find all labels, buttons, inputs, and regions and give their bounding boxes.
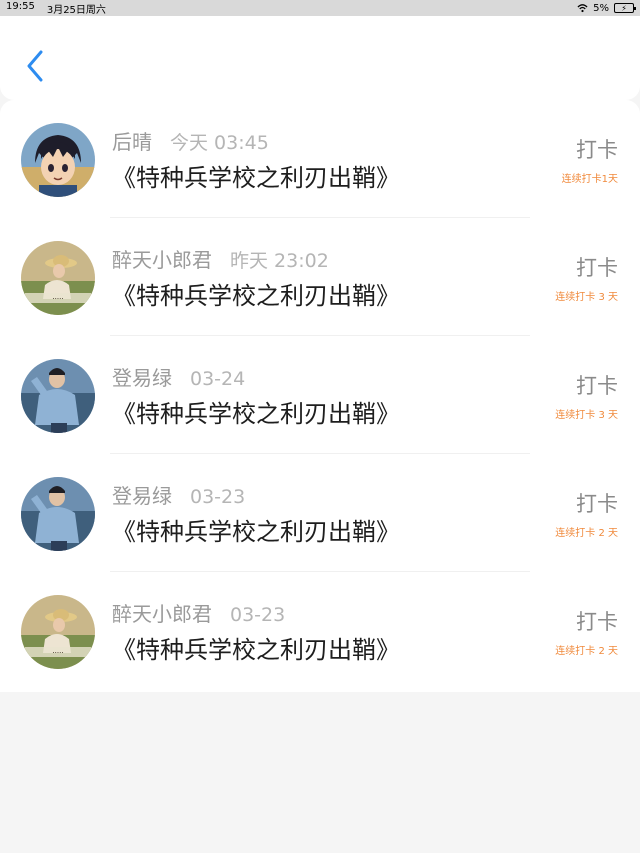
back-button[interactable] [20,46,50,86]
avatar[interactable] [21,477,95,551]
girl-hat-avatar: ····· [21,241,95,315]
post-time: 昨天 23:02 [230,250,329,272]
book-title[interactable]: 《特种兵学校之利刃出鞘》 [112,394,400,429]
avatar[interactable]: ····· [21,595,95,669]
svg-text:·····: ····· [52,295,63,303]
anime-boy-avatar [21,123,95,197]
girl-hat-avatar: ····· [21,595,95,669]
book-title[interactable]: 《特种兵学校之利刃出鞘》 [112,158,400,193]
status-bar: 19:55 3月25日周六 5% ⚡ [0,0,640,16]
list-item[interactable]: 登易绿 03-24 《特种兵学校之利刃出鞘》 打卡 连续打卡 3 天 [0,336,640,454]
avatar[interactable] [21,359,95,433]
list-item[interactable]: ····· 醉天小郎君 昨天 23:02 《特种兵学校之利刃出鞘》 打卡 连续打卡… [0,218,640,336]
user-name[interactable]: 后晴 [112,130,152,154]
name-line: 登易绿 03-23 [112,480,245,509]
status-date: 3月25日周六 [46,4,106,16]
post-time: 03-24 [190,368,246,390]
checkin-button[interactable]: 打卡 [576,606,618,636]
checkin-button[interactable]: 打卡 [576,252,618,282]
user-name[interactable]: 醉天小郎君 [112,248,212,272]
status-time: 19:55 [6,0,35,12]
name-line: 醉天小郎君 昨天 23:02 [112,244,329,273]
checkin-list: 后晴 今天 03:45 《特种兵学校之利刃出鞘》 打卡 连续打卡1天 ····· … [0,100,640,692]
man-denim-avatar [21,477,95,551]
chevron-left-icon [27,50,43,82]
battery-percent: 5% [593,2,609,14]
streak-label: 连续打卡 2 天 [555,528,618,539]
user-name[interactable]: 登易绿 [112,366,172,390]
list-item[interactable]: 后晴 今天 03:45 《特种兵学校之利刃出鞘》 打卡 连续打卡1天 [0,100,640,218]
name-line: 醉天小郎君 03-23 [112,598,285,627]
checkin-button[interactable]: 打卡 [576,370,618,400]
checkin-button[interactable]: 打卡 [576,488,618,518]
battery-charging-icon: ⚡ [614,3,636,13]
list-item[interactable]: 登易绿 03-23 《特种兵学校之利刃出鞘》 打卡 连续打卡 2 天 [0,454,640,572]
post-time: 今天 03:45 [170,132,269,154]
checkin-button[interactable]: 打卡 [576,134,618,164]
book-title[interactable]: 《特种兵学校之利刃出鞘》 [112,630,400,665]
name-line: 登易绿 03-24 [112,362,245,391]
streak-label: 连续打卡 3 天 [555,410,618,421]
streak-label: 连续打卡1天 [561,174,618,185]
nav-bar [0,16,640,100]
user-name[interactable]: 醉天小郎君 [112,602,212,626]
svg-text:·····: ····· [52,649,63,657]
book-title[interactable]: 《特种兵学校之利刃出鞘》 [112,512,400,547]
avatar[interactable]: ····· [21,241,95,315]
wifi-icon [577,4,588,13]
book-title[interactable]: 《特种兵学校之利刃出鞘》 [112,276,400,311]
user-name[interactable]: 登易绿 [112,484,172,508]
list-item[interactable]: ····· 醉天小郎君 03-23 《特种兵学校之利刃出鞘》 打卡 连续打卡 2 … [0,572,640,690]
avatar[interactable] [21,123,95,197]
post-time: 03-23 [230,604,286,626]
post-time: 03-23 [190,486,246,508]
streak-label: 连续打卡 2 天 [555,646,618,657]
name-line: 后晴 今天 03:45 [112,126,269,155]
streak-label: 连续打卡 3 天 [555,292,618,303]
man-denim-avatar [21,359,95,433]
